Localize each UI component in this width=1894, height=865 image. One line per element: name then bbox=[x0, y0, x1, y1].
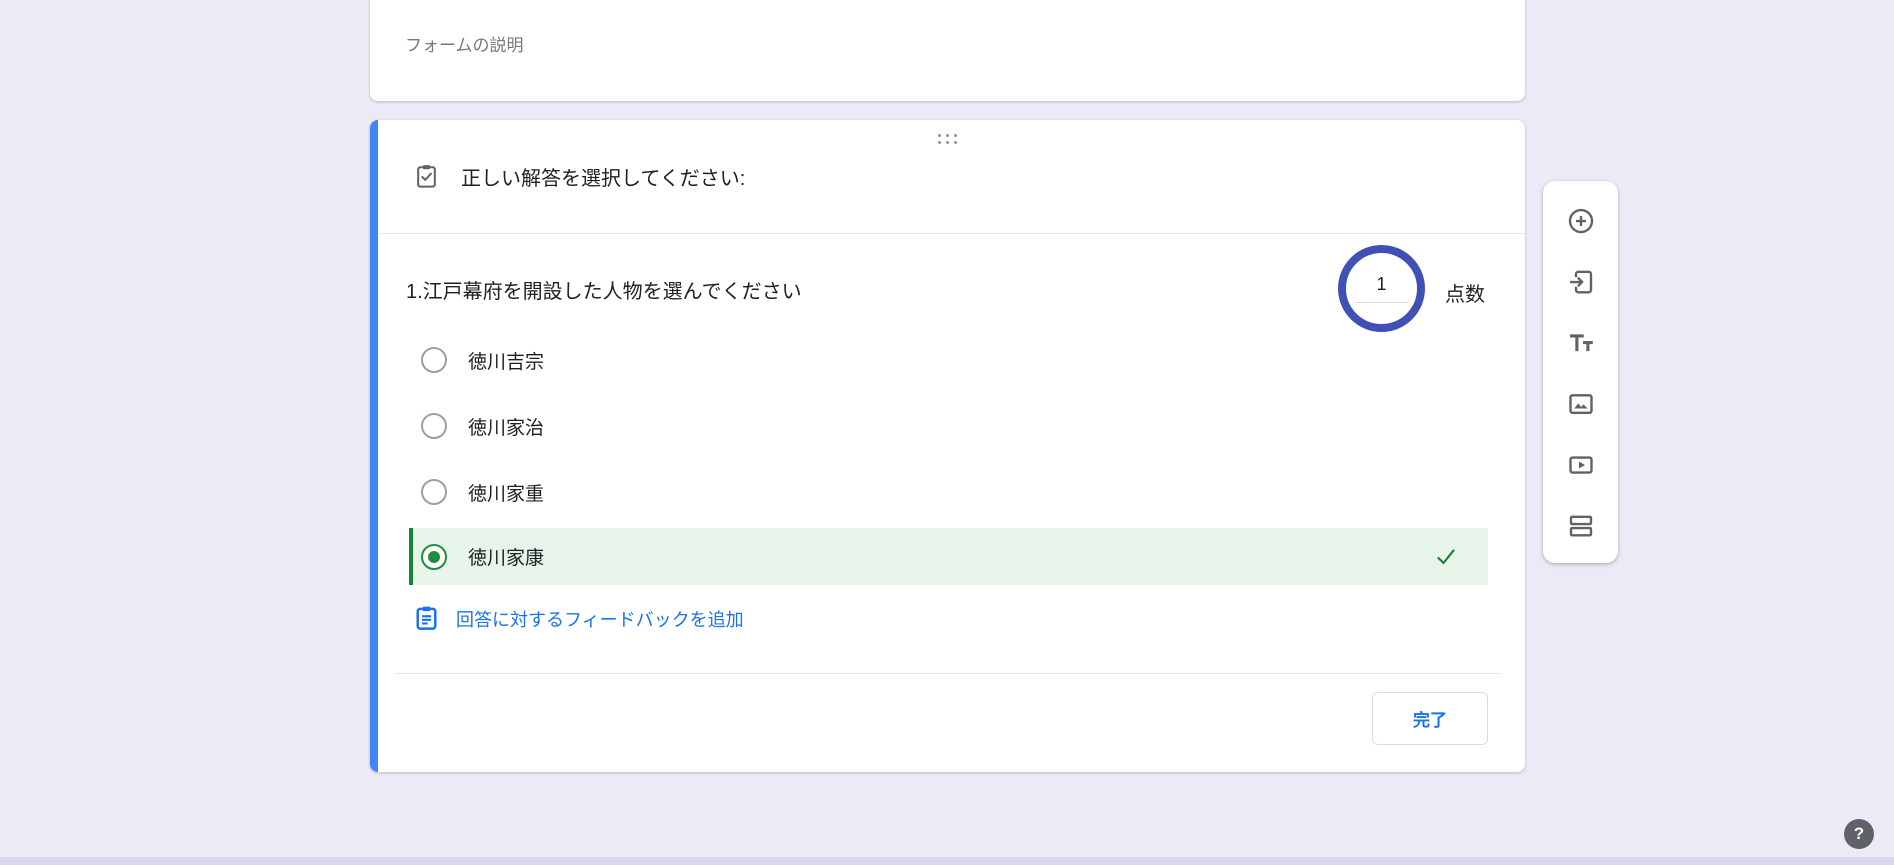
add-question-icon[interactable] bbox=[1566, 206, 1596, 236]
drag-handle-icon[interactable] bbox=[938, 134, 957, 144]
answer-key-header: 正しい解答を選択してください: bbox=[413, 162, 745, 191]
points-label: 点数 bbox=[1445, 278, 1485, 307]
footer-divider bbox=[394, 673, 1501, 674]
add-feedback-label: 回答に対するフィードバックを追加 bbox=[456, 606, 744, 632]
active-card-accent-bar bbox=[370, 120, 378, 772]
option-row[interactable]: 徳川家重 bbox=[421, 479, 544, 505]
form-description-input[interactable]: フォームの説明 bbox=[405, 31, 524, 56]
option-label: 徳川家重 bbox=[468, 479, 544, 506]
correct-checkmark-icon bbox=[1434, 545, 1458, 569]
add-feedback-link[interactable]: 回答に対するフィードバックを追加 bbox=[413, 605, 744, 632]
clipboard-check-icon bbox=[413, 163, 440, 190]
option-row-correct[interactable]: 徳川家康 bbox=[409, 528, 1488, 585]
done-button[interactable]: 完了 bbox=[1372, 692, 1488, 745]
answer-key-title: 正しい解答を選択してください: bbox=[461, 162, 745, 191]
header-divider bbox=[378, 233, 1525, 234]
option-row[interactable]: 徳川吉宗 bbox=[421, 347, 544, 373]
option-label: 徳川吉宗 bbox=[468, 347, 544, 374]
radio-icon[interactable] bbox=[421, 479, 447, 505]
feedback-clipboard-icon bbox=[413, 605, 440, 632]
question-card: 正しい解答を選択してください: 1.江戸幕府を開設した人物を選んでください 1 … bbox=[370, 120, 1525, 772]
points-value[interactable]: 1 bbox=[1355, 274, 1409, 303]
add-section-icon[interactable] bbox=[1566, 511, 1596, 541]
question-text: 1.江戸幕府を開設した人物を選んでください bbox=[406, 275, 802, 304]
bottom-scrollbar-track bbox=[0, 857, 1894, 865]
option-label: 徳川家治 bbox=[468, 413, 544, 440]
add-image-icon[interactable] bbox=[1566, 389, 1596, 419]
option-label: 徳川家康 bbox=[468, 543, 544, 570]
google-forms-editor: フォームの説明 正しい解答を選択してください: 1.江戸幕府を開設した人物を選ん… bbox=[0, 0, 1894, 865]
radio-icon[interactable] bbox=[421, 413, 447, 439]
add-video-icon[interactable] bbox=[1566, 450, 1596, 480]
import-questions-icon[interactable] bbox=[1566, 267, 1596, 297]
points-input[interactable]: 1 bbox=[1338, 245, 1425, 332]
side-toolbar bbox=[1543, 181, 1618, 563]
radio-selected-icon[interactable] bbox=[421, 544, 447, 570]
option-row[interactable]: 徳川家治 bbox=[421, 413, 544, 439]
radio-icon[interactable] bbox=[421, 347, 447, 373]
help-button[interactable]: ? bbox=[1844, 819, 1874, 849]
form-description-card: フォームの説明 bbox=[370, 0, 1525, 101]
add-title-text-icon[interactable] bbox=[1566, 328, 1596, 358]
